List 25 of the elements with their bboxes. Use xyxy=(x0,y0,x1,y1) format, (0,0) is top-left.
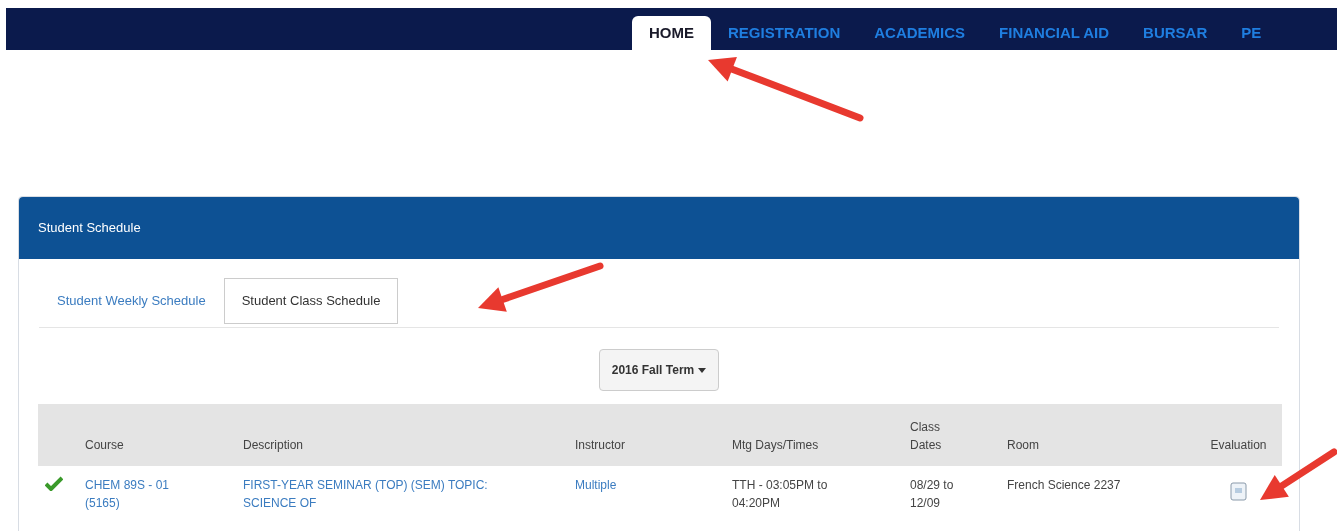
nav-tab[interactable]: FINANCIAL AID xyxy=(982,16,1127,50)
column-header: Class Dates xyxy=(910,404,1007,466)
table-cell: French Science 2237 xyxy=(1007,478,1121,492)
description-link[interactable]: FIRST-YEAR SEMINAR (TOP) (SEM) TOPIC: SCIENCE OF xyxy=(243,476,575,512)
document-icon[interactable] xyxy=(1230,482,1247,502)
nav-tab[interactable]: BURSAR xyxy=(1126,16,1225,50)
nav-tab[interactable]: ACADEMICS xyxy=(857,16,983,50)
course-link[interactable]: CHEM 89S - 01 (5165) xyxy=(85,476,243,512)
nav-tab[interactable]: PE xyxy=(1224,16,1279,50)
column-header: Course xyxy=(85,404,243,466)
nav-tab[interactable]: REGISTRATION xyxy=(711,16,858,50)
nav-tab[interactable]: HOME xyxy=(632,16,711,50)
table-cell: 08/29 to 12/09 xyxy=(910,478,954,510)
panel-title: Student Schedule xyxy=(38,219,141,238)
schedule-tab[interactable]: Student Class Schedule xyxy=(223,278,399,324)
column-header: Room xyxy=(1007,404,1195,466)
column-header: Description xyxy=(243,404,575,466)
table-cell: TTH - 03:05PM to 04:20PM xyxy=(732,478,828,510)
schedule-tab[interactable]: Student Weekly Schedule xyxy=(39,278,224,324)
term-dropdown[interactable]: 2016 Fall Term xyxy=(598,349,720,391)
column-header: Evaluation xyxy=(1195,404,1282,466)
column-header: Mtg Days/Times xyxy=(732,404,910,466)
caret-icon xyxy=(698,367,707,373)
column-header: Instructor xyxy=(575,404,732,466)
instructor-link[interactable]: Multiple xyxy=(575,478,617,492)
